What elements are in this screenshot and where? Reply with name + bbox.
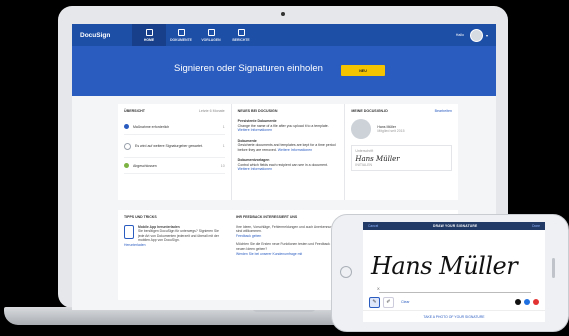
new-button[interactable]: NEU: [341, 65, 385, 76]
feedback-body-1: Ihre Ideen, Vorschläge, Fehlermeldungen …: [236, 224, 335, 234]
news-link[interactable]: Weitere Informationen: [238, 167, 272, 171]
ink-black-swatch[interactable]: [515, 299, 521, 305]
tips-title: Mobile App herunterladen: [138, 224, 180, 229]
status-dot-icon: [124, 142, 131, 150]
check-icon: [124, 163, 129, 168]
profile-heading: MEINE DOCUSIGN-ID: [351, 109, 388, 113]
drawing-toolbar: ✎ ✐ Clear: [363, 296, 545, 308]
clear-button[interactable]: Clear: [401, 300, 410, 304]
nav-tab-documents[interactable]: DOKUMENTE: [166, 24, 196, 46]
template-icon: [207, 28, 215, 36]
news-item: Dokumentvorlagen Control which fields eac…: [238, 158, 339, 172]
signature-label: Unterschrift: [355, 149, 374, 153]
profile-info: Hans Müller Mitglied seit 2015: [351, 119, 452, 139]
news-link[interactable]: Weitere Informationen: [238, 128, 272, 132]
drawn-signature: Hans Müller: [371, 252, 518, 280]
news-heading: NEUES BEI DOCUSIGN: [237, 109, 278, 113]
overview-card: ÜBERSICHT Letzte 6 Monate Maßnahme erford…: [118, 104, 232, 200]
user-greeting: Hallo: [455, 33, 464, 37]
hero-banner: Signieren oder Signaturen einholen NEU: [72, 46, 496, 96]
dashboard-cards: ÜBERSICHT Letzte 6 Monate Maßnahme erford…: [118, 104, 458, 200]
initials-label: INITIALEN: [355, 163, 373, 167]
profile-card: MEINE DOCUSIGN-ID Bearbeiten Hans Müller M…: [345, 104, 458, 200]
news-body: Control which fields each recipient can …: [237, 162, 328, 167]
status-dot-icon: [124, 124, 129, 129]
avatar[interactable]: [469, 28, 483, 42]
signature-canvas[interactable]: Hans Müller X: [363, 230, 545, 294]
mobile-phone-icon: [124, 224, 134, 239]
overview-count: 1: [222, 144, 225, 148]
phone-screen: Cancel DRAW YOUR SIGNATURE Done Hans Mül…: [363, 222, 545, 322]
report-icon: [237, 28, 245, 36]
edit-link[interactable]: Bearbeiten: [435, 109, 452, 113]
nav-tab-label: DOKUMENTE: [170, 37, 192, 42]
overview-row-waiting[interactable]: Es wird auf weitere Signaturgeber gewart…: [124, 135, 225, 158]
period-select[interactable]: Letzte 6 Monate: [199, 109, 225, 113]
news-item: Persistente Dokumente Change the name of …: [238, 119, 339, 133]
take-photo-button[interactable]: TAKE A PHOTO OF YOUR SIGNATURE: [363, 310, 545, 322]
overview-count: 1: [222, 124, 225, 129]
feedback-card: IHR FEEDBACK INTERESSIERT UNS Ihre Ideen…: [230, 210, 346, 300]
ink-red-swatch[interactable]: [533, 299, 539, 305]
phone-speaker: [552, 258, 555, 278]
feedback-body-2: Möchten Sie die Ersten neue Funktionen t…: [236, 242, 335, 251]
news-item: Dokumente Gesicherte documents and templa…: [238, 139, 339, 153]
overview-row-completed[interactable]: Abgeschlossen 10: [124, 158, 225, 174]
profile-since: Mitglied seit 2015: [377, 129, 405, 133]
download-link[interactable]: Herunterladen: [124, 243, 146, 247]
laptop-camera: [281, 12, 285, 16]
ink-color-picker: [512, 299, 539, 305]
phone-title: DRAW YOUR SIGNATURE: [433, 224, 478, 228]
hero-title: Signieren oder Signaturen einholen: [174, 63, 323, 74]
nav-tab-templates[interactable]: VORLAGEN: [196, 24, 226, 46]
tips-body: Sie benötigen DocuSign für unterwegs? Si…: [138, 229, 219, 243]
pen-icon[interactable]: ✎: [369, 296, 380, 308]
document-icon: [177, 28, 185, 36]
news-link[interactable]: Weitere Informationen: [278, 148, 312, 152]
tips-heading: TIPPS UND TRICKS: [124, 215, 157, 219]
nav-tab-label: BERICHTE: [232, 37, 250, 42]
cancel-button[interactable]: Cancel: [368, 224, 378, 228]
ink-blue-swatch[interactable]: [524, 299, 530, 305]
chevron-down-icon[interactable]: ▾: [486, 33, 488, 38]
done-button[interactable]: Done: [532, 224, 540, 228]
give-feedback-link[interactable]: Feedback geben: [236, 234, 340, 239]
signature-preview[interactable]: Unterschrift Hans Müller INITIALEN: [351, 145, 453, 171]
tips-card: TIPPS UND TRICKS Mobile App herunterlade…: [118, 210, 230, 300]
sign-here-mark: X: [377, 286, 380, 291]
news-card: NEUES BEI DOCUSIGN Persistente Dokumente…: [232, 104, 346, 200]
nav-tab-label: HOME: [143, 37, 155, 42]
avatar: [351, 119, 372, 139]
marker-icon[interactable]: ✐: [383, 296, 394, 308]
feedback-heading: IHR FEEDBACK INTERESSIERT UNS: [236, 215, 298, 219]
phone-home-button: [340, 266, 352, 278]
nav-tab-reports[interactable]: BERICHTE: [226, 24, 256, 46]
overview-label: Abgeschlossen: [133, 163, 157, 168]
docusign-logo[interactable]: DocuSign: [80, 32, 132, 39]
nav-tab-home[interactable]: HOME: [132, 24, 166, 46]
user-menu[interactable]: Hallo ▾: [455, 28, 488, 42]
signature-line: [379, 292, 531, 293]
overview-heading: ÜBERSICHT: [124, 109, 145, 113]
overview-count: 10: [220, 163, 225, 168]
top-nav: DocuSign HOME DOKUMENTE VORLAGEN BERICHT…: [72, 24, 496, 46]
news-body: Change the name of a file after you uplo…: [237, 123, 329, 128]
overview-label: Es wird auf weitere Signaturgeber gewart…: [135, 144, 203, 148]
home-icon: [145, 28, 153, 36]
survey-link[interactable]: Werden Sie bei unserer Kundenumfrage mit: [236, 252, 340, 257]
overview-row-action[interactable]: Maßnahme erforderlich 1: [124, 119, 225, 135]
signature-image: Hans Müller: [355, 155, 400, 163]
overview-label: Maßnahme erforderlich: [133, 124, 170, 129]
nav-tab-label: VORLAGEN: [201, 37, 221, 42]
phone-header: Cancel DRAW YOUR SIGNATURE Done: [363, 222, 545, 230]
